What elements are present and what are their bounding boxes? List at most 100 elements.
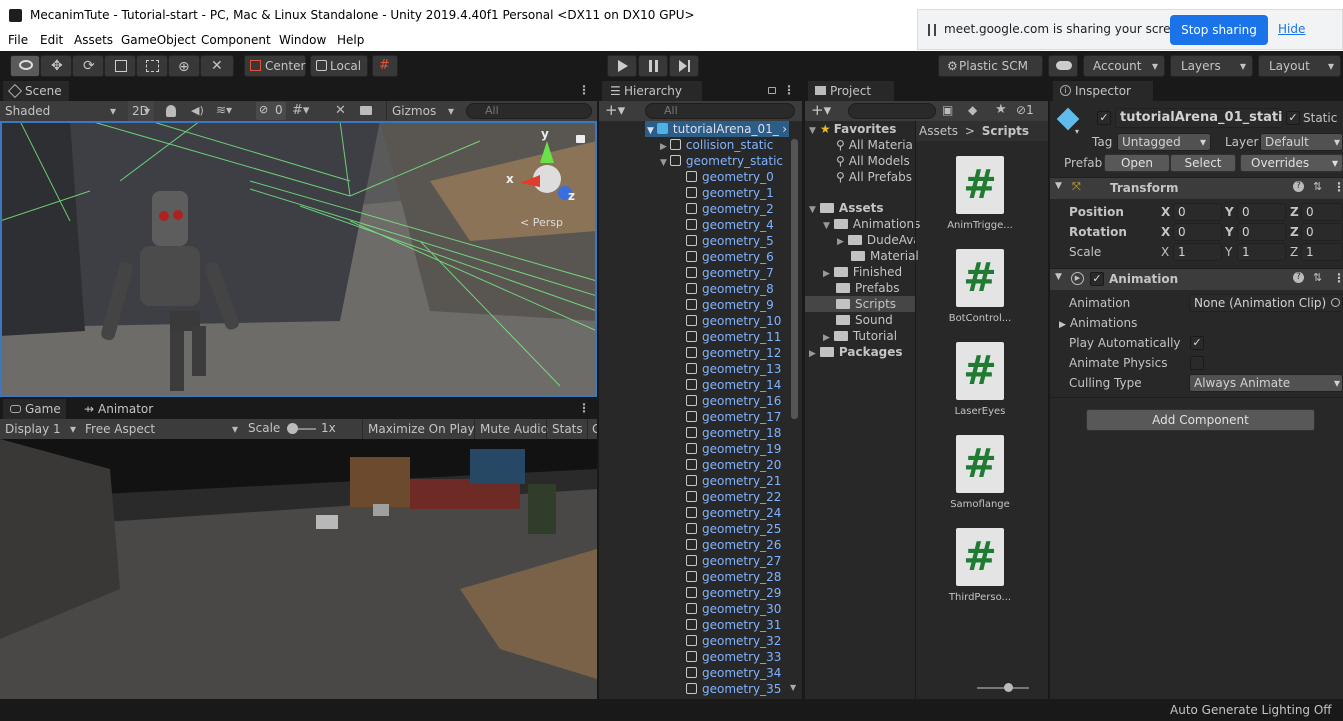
pos-y-field[interactable]: 0 — [1237, 203, 1286, 221]
assets-folder[interactable]: ▼ Assets — [809, 200, 884, 216]
hierarchy-item[interactable]: geometry_7 — [686, 265, 774, 281]
static-checkbox[interactable]: ✓ — [1286, 111, 1300, 125]
rot-x-field[interactable]: 0 — [1173, 223, 1222, 241]
grid-snap-button[interactable]: # — [372, 55, 398, 77]
hierarchy-item[interactable]: geometry_34 — [686, 665, 781, 681]
game-viewport[interactable] — [0, 439, 597, 699]
hierarchy-item[interactable]: geometry_31 — [686, 617, 781, 633]
hierarchy-item[interactable]: geometry_9 — [686, 297, 774, 313]
hierarchy-item[interactable]: geometry_0 — [686, 169, 774, 185]
scale-tool-button[interactable] — [104, 55, 136, 77]
component-menu-icon[interactable]: ⋮ — [1333, 271, 1343, 285]
menu-component[interactable]: Component — [201, 33, 271, 47]
hierarchy-root-item[interactable]: ▼ tutorialArena_01_ › — [645, 121, 789, 137]
cube-dropdown-icon[interactable]: ▾ — [1075, 127, 1079, 136]
icon-size-slider[interactable] — [977, 683, 1029, 692]
cloud-button[interactable] — [1048, 55, 1078, 77]
menu-window[interactable]: Window — [279, 33, 326, 47]
hierarchy-item[interactable]: ▶ collision_static — [660, 137, 773, 153]
hierarchy-item[interactable]: geometry_18 — [686, 425, 781, 441]
rotate-tool-button[interactable]: ⟳ — [72, 55, 104, 77]
hierarchy-item[interactable]: geometry_25 — [686, 521, 781, 537]
hierarchy-item[interactable]: geometry_5 — [686, 233, 774, 249]
aspect-dropdown[interactable]: Free Aspect — [80, 419, 242, 439]
transform-header[interactable]: ▼ ⤧ Transform ? ⇅ ⋮ — [1050, 177, 1343, 199]
active-checkbox[interactable]: ✓ — [1097, 111, 1111, 125]
script-icon[interactable]: # — [956, 156, 1004, 214]
hidden-objects-toggle[interactable]: ⊘ 0 — [256, 102, 286, 120]
tab-game[interactable]: Game — [3, 399, 66, 419]
play-button[interactable] — [607, 55, 637, 77]
gizmos-dropdown[interactable]: Gizmos — [386, 101, 458, 121]
hierarchy-item[interactable]: geometry_6 — [686, 249, 774, 265]
prefab-open-button[interactable]: Open — [1104, 154, 1170, 172]
menu-gameobject[interactable]: GameObject — [121, 33, 196, 47]
game-menu-icon[interactable]: ⋮ — [578, 401, 590, 415]
folder-item[interactable]: ▶ Finished — [823, 264, 902, 280]
scene-menu-icon[interactable]: ⋮ — [578, 83, 590, 97]
pause-button[interactable] — [638, 55, 668, 77]
animations-foldout[interactable]: ▶ Animations — [1059, 316, 1137, 330]
rect-tool-button[interactable] — [136, 55, 168, 77]
settings-sliders-icon[interactable]: ⇅ — [1313, 180, 1322, 193]
favorite-item[interactable]: ⚲ All Materia — [836, 137, 913, 153]
animation-enabled-checkbox[interactable]: ✓ — [1090, 272, 1104, 286]
lighting-icon[interactable] — [166, 105, 176, 117]
project-hidden-toggle[interactable]: ⊘1 — [1016, 103, 1034, 117]
add-component-button[interactable]: Add Component — [1086, 409, 1315, 431]
hierarchy-item[interactable]: geometry_33 — [686, 649, 781, 665]
audio-icon[interactable]: ◀) — [191, 104, 204, 117]
move-tool-button[interactable]: ✥ — [40, 55, 72, 77]
layers-dropdown[interactable]: Layers ▾ — [1170, 55, 1253, 77]
toggle-2d-button[interactable]: 2D — [128, 101, 154, 121]
persp-label[interactable]: < Persp — [520, 216, 563, 229]
scl-y-field[interactable]: 1 — [1237, 243, 1286, 261]
maximize-on-play-button[interactable]: Maximize On Play — [362, 419, 480, 439]
breadcrumb-assets[interactable]: Assets — [919, 124, 958, 138]
hierarchy-item[interactable]: ▼ geometry_static — [660, 153, 783, 169]
hierarchy-item[interactable]: geometry_17 — [686, 409, 781, 425]
hierarchy-item[interactable]: geometry_27 — [686, 553, 781, 569]
scl-x-field[interactable]: 1 — [1173, 243, 1222, 261]
scene-viewport[interactable]: y x z < Persp — [0, 121, 597, 397]
hierarchy-scrollbar[interactable] — [791, 139, 798, 419]
scl-z-field[interactable]: 1 — [1301, 243, 1343, 261]
hierarchy-item[interactable]: geometry_13 — [686, 361, 781, 377]
account-dropdown[interactable]: Account ▾ — [1083, 55, 1165, 77]
hierarchy-item[interactable]: geometry_19 — [686, 441, 781, 457]
hierarchy-search-input[interactable]: All — [645, 103, 795, 119]
scene-search-input[interactable]: All — [466, 103, 592, 119]
hierarchy-item[interactable]: geometry_32 — [686, 633, 781, 649]
game-gizmos-button[interactable]: G — [587, 419, 597, 439]
camera-icon[interactable] — [360, 106, 372, 115]
tab-scene[interactable]: Scene — [3, 81, 69, 101]
help-icon[interactable]: ? — [1293, 272, 1304, 283]
hierarchy-add-button[interactable]: +▾ — [605, 101, 625, 119]
rot-z-field[interactable]: 0 — [1301, 223, 1343, 241]
layout-dropdown[interactable]: Layout ▾ — [1258, 55, 1341, 77]
hierarchy-item[interactable]: geometry_4 — [686, 217, 774, 233]
hierarchy-item[interactable]: geometry_10 — [686, 313, 781, 329]
hierarchy-item[interactable]: geometry_20 — [686, 457, 781, 473]
folder-item[interactable]: Prefabs — [836, 280, 900, 296]
scene-tools-icon[interactable]: ✕ — [335, 103, 346, 118]
rot-y-field[interactable]: 0 — [1237, 223, 1286, 241]
mute-audio-button[interactable]: Mute Audio — [474, 419, 553, 439]
prefab-overrides-dropdown[interactable]: Overrides ▾ — [1240, 154, 1343, 172]
gameobject-name-field[interactable]: tutorialArena_01_static — [1115, 108, 1283, 128]
tab-project[interactable]: Project — [808, 81, 894, 101]
project-splitter[interactable] — [915, 121, 916, 699]
hierarchy-item[interactable]: geometry_35 — [686, 681, 781, 697]
folder-item[interactable]: ▼ Animations — [823, 216, 920, 232]
folder-item[interactable]: ▶DudeAva — [837, 232, 915, 248]
pivot-local-button[interactable]: Local — [310, 55, 368, 77]
hierarchy-item[interactable]: geometry_26 — [686, 537, 781, 553]
step-button[interactable] — [669, 55, 699, 77]
menu-help[interactable]: Help — [337, 33, 364, 47]
view-tool-button[interactable] — [10, 55, 40, 77]
play-automatically-checkbox[interactable]: ✓ — [1190, 336, 1204, 350]
hierarchy-item[interactable]: geometry_29 — [686, 585, 781, 601]
script-icon[interactable]: # — [956, 342, 1004, 400]
tag-dropdown[interactable]: Untagged ▾ — [1117, 133, 1211, 151]
animation-header[interactable]: ▼ ▶ ✓ Animation ? ⇅ ⋮ — [1050, 268, 1343, 290]
